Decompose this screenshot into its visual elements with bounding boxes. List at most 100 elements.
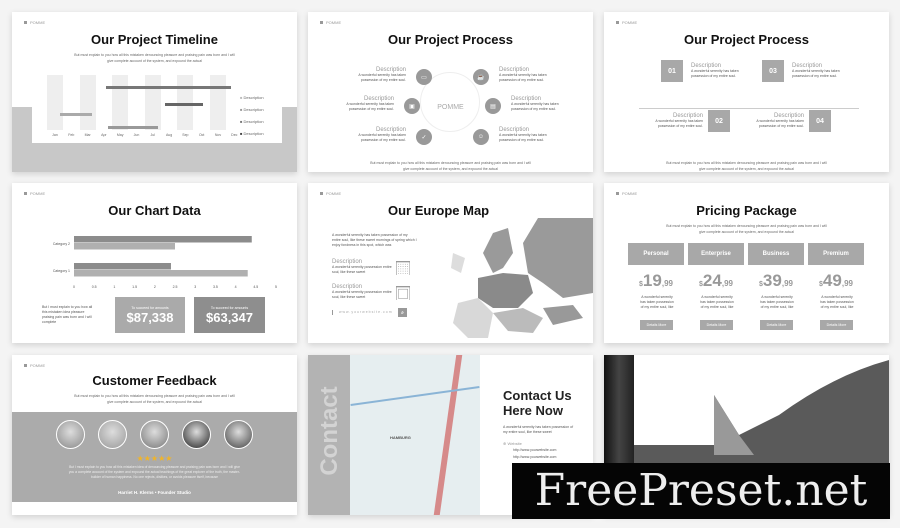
plan-details-button[interactable]: Details More — [760, 320, 793, 330]
chart-text: But I must explain to you how all this m… — [42, 305, 93, 324]
plan-details-button[interactable]: Details More — [820, 320, 853, 330]
x-tick-label: 2.5 — [173, 285, 178, 289]
timeline-bar — [108, 126, 158, 129]
customer-avatar — [98, 420, 127, 449]
author-name: Harriet H. Klerns • Founder Studio — [118, 490, 191, 495]
process-icon: ☺ — [473, 129, 489, 145]
plan-description: A wonderful serenity has taken possessio… — [760, 295, 794, 309]
legend-item: ■ Description — [240, 131, 264, 136]
month-column — [144, 75, 161, 130]
slide-subtitle: But must explain to you how all this mis… — [74, 394, 235, 404]
customer-avatar — [56, 420, 85, 449]
slide-title: Our Project Timeline — [91, 32, 218, 47]
brand: POMME — [24, 191, 45, 196]
legend-item: ■ Description — [240, 107, 264, 112]
brand: POMME — [24, 363, 45, 368]
bar — [74, 270, 248, 277]
process-item: Description A wonderful serenity has take… — [499, 67, 547, 82]
month-label: Feb — [68, 133, 75, 137]
step-number-box: 02 — [708, 110, 730, 132]
month-label: Nov — [214, 133, 222, 137]
x-tick-label: 4 — [235, 285, 237, 289]
x-tick-label: 0.5 — [92, 285, 97, 289]
slide-feedback[interactable]: POMME Customer Feedback But must explain… — [12, 355, 297, 515]
month-label: May — [116, 133, 124, 137]
x-tick-label: 2 — [154, 285, 156, 289]
side-label: Contact — [316, 386, 343, 476]
quote-text: But I must explain to you how all this m… — [68, 465, 241, 479]
website-link[interactable]: www.yourwebsite.com — [332, 310, 393, 315]
website-link-2[interactable]: http://www.yourwebsite.com — [513, 455, 556, 460]
slide-footer-text: But must explain to you how all this mis… — [370, 161, 531, 171]
month-label: Jan — [52, 133, 58, 137]
slide-title: Customer Feedback — [92, 373, 217, 388]
step-description: Description A wonderful serenity has take… — [756, 113, 804, 128]
brand: POMME — [616, 191, 637, 196]
brand: POMME — [24, 20, 45, 25]
brand: POMME — [320, 191, 341, 196]
calendar-icon: ▦ — [395, 260, 411, 277]
star-icon: ★ — [150, 454, 159, 463]
x-tick-label: 3.5 — [213, 285, 218, 289]
process-icon: ☕ — [473, 69, 489, 85]
slide-subtitle: But must explain to you how all this mis… — [74, 53, 235, 63]
plan-details-button[interactable]: Details More — [640, 320, 673, 330]
legend-item: ■ Description — [240, 119, 264, 124]
bar — [74, 236, 252, 243]
slide-europe-map[interactable]: POMME Our Europe Map A wonderful serenit… — [308, 183, 593, 343]
slide-process-steps[interactable]: POMME Our Project Process 01 Description A… — [604, 12, 889, 172]
process-item: Description A wonderful serenity has take… — [358, 67, 406, 82]
europe-map — [451, 218, 593, 338]
timeline-bar — [106, 86, 231, 89]
timeline-bar — [60, 113, 92, 116]
watermark: FreePreset.net — [512, 463, 890, 519]
search-icon[interactable]: ⌕ — [398, 308, 407, 317]
customer-avatar — [140, 420, 169, 449]
x-tick-label: 1.5 — [132, 285, 137, 289]
plan-details-button[interactable]: Details More — [700, 320, 733, 330]
plan-price: $19,99 — [639, 271, 673, 290]
month-label: Sep — [182, 133, 189, 137]
category-label: Category 1 — [53, 269, 70, 273]
city-map: HAMBURG — [350, 355, 480, 515]
customer-avatar — [182, 420, 211, 449]
customer-avatar — [224, 420, 253, 449]
plan-header: Enterprise — [688, 243, 744, 265]
plan-header: Premium — [808, 243, 864, 265]
step-number-box: 03 — [762, 60, 784, 82]
x-tick-label: 3 — [194, 285, 196, 289]
month-column — [47, 75, 63, 130]
slide-process-circle[interactable]: POMME Our Project Process POMME ▭ Descrip… — [308, 12, 593, 172]
website-link-1[interactable]: http://www.yourwebsite.com — [513, 448, 556, 453]
process-item: Description A wonderful serenity has take… — [499, 127, 547, 142]
star-icon: ★ — [165, 454, 173, 463]
month-column — [79, 75, 96, 130]
slide-title: Our Project Process — [388, 32, 513, 47]
process-item: Description A wonderful serenity has take… — [358, 127, 406, 142]
month-label: Apr — [101, 133, 107, 137]
process-icon: ▤ — [485, 98, 501, 114]
x-tick-label: 1 — [113, 285, 115, 289]
slide-pricing[interactable]: POMME Pricing Package But must explain t… — [604, 183, 889, 343]
camera-icon: ▣ — [395, 285, 411, 302]
timeline-line — [639, 108, 859, 109]
plan-description: A wonderful serenity has taken possessio… — [820, 295, 854, 309]
plan-header: Business — [748, 243, 804, 265]
slide-chart[interactable]: POMME Our Chart Data Category 2 Category … — [12, 183, 297, 343]
month-label: Aug — [165, 133, 173, 137]
slide-timeline[interactable]: POMME Our Project Timeline But must expl… — [12, 12, 297, 172]
bar — [74, 243, 175, 250]
bar — [74, 263, 171, 270]
step-description: Description A wonderful serenity has take… — [655, 113, 703, 128]
star-icon: ★ — [143, 454, 151, 463]
month-label: Jun — [133, 133, 140, 137]
process-item: Description A wonderful serenity has take… — [511, 96, 559, 111]
month-label: Oct — [198, 133, 205, 137]
star-icon: ★ — [136, 454, 144, 463]
stat-card-1: To succeed for amounts $87,338 — [115, 297, 185, 333]
slide-title: Pricing Package — [696, 203, 797, 218]
legend-item: ■ Description — [240, 95, 264, 100]
x-tick-label: 5 — [275, 285, 277, 289]
contact-title: Contact Us — [503, 388, 572, 403]
plan-description: A wonderful serenity has taken possessio… — [640, 295, 674, 309]
